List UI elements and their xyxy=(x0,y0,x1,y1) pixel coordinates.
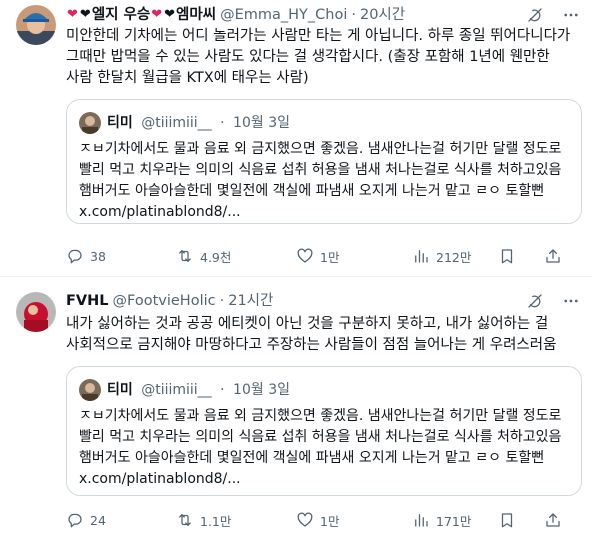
red-heart-icon: ❤ xyxy=(67,7,78,22)
black-heart-icon: ❤ xyxy=(164,7,176,22)
quote-display-name: 티미 xyxy=(107,115,133,131)
quote-avatar xyxy=(79,112,101,134)
like-count: 1만 xyxy=(320,249,340,265)
retweet-button[interactable]: 1.1만 xyxy=(176,510,231,530)
share-button[interactable] xyxy=(544,246,562,266)
tweet-header: ❤ ❤ 엘지 우승 ❤ ❤ 엠마씨 @Emma_HY_Choi · 20시간 xyxy=(66,5,544,25)
share-icon xyxy=(546,513,560,527)
like-count: 1만 xyxy=(320,513,340,529)
share-icon xyxy=(546,249,560,263)
tweet-text: 내가 싫어하는 것과 공공 에티켓이 아닌 것을 구분하지 못하고, 내가 싫어… xyxy=(66,316,557,353)
views-button[interactable]: 212만 xyxy=(412,246,471,266)
red-heart-icon: ❤ xyxy=(151,7,163,22)
views-icon xyxy=(415,514,428,527)
separator-dot: · xyxy=(219,293,225,309)
separator-dot: · xyxy=(220,115,225,131)
quote-text: ㅈㅂ기차에서도 물과 음료 외 금지했으면 좋겠음. 냄새안나는걸 허기만 달랠… xyxy=(79,408,562,487)
bookmark-icon xyxy=(501,513,513,528)
timestamp[interactable]: 20시간 xyxy=(360,5,405,25)
separator-dot: · xyxy=(351,7,356,23)
avatar[interactable] xyxy=(16,292,56,332)
reply-button[interactable]: 38 xyxy=(66,246,106,266)
view-count: 171만 xyxy=(436,513,472,529)
views-icon xyxy=(415,250,428,263)
quoted-tweet[interactable]: 티미 @tiiimiii__ · 10월 3일 ㅈㅂ기차에서도 물과 음료 외 … xyxy=(66,366,582,496)
quote-timestamp: 10월 3일 xyxy=(233,382,290,398)
display-name[interactable]: 엘지 우승 xyxy=(92,5,150,25)
handle[interactable]: @Emma_HY_Choi xyxy=(220,5,347,25)
display-name[interactable]: FVHL xyxy=(66,291,109,311)
reply-count: 24 xyxy=(90,512,106,528)
action-bar: 38 4.9천 1만 212만 xyxy=(66,246,580,266)
reply-icon xyxy=(68,249,82,264)
handle[interactable]: @FootvieHolic xyxy=(113,291,216,311)
reply-icon xyxy=(68,513,82,528)
timestamp[interactable]: 21시간 xyxy=(228,291,273,311)
reply-count: 38 xyxy=(90,248,106,264)
quote-header: 티미 @tiiimiii__ · 10월 3일 xyxy=(107,112,290,134)
more-icon[interactable] xyxy=(562,6,580,24)
quote-handle: @tiiimiii__ xyxy=(141,115,212,131)
quote-avatar xyxy=(79,379,101,401)
quote-text: ㅈㅂ기차에서도 물과 음료 외 금지했으면 좋겠음. 냄새안나는걸 허기만 달랠… xyxy=(79,141,562,220)
retweet-icon xyxy=(179,250,191,262)
bookmark-button[interactable] xyxy=(498,510,516,530)
header-actions xyxy=(526,6,580,24)
like-icon xyxy=(297,512,313,527)
avatar[interactable] xyxy=(16,5,56,45)
display-name-suffix[interactable]: 엠마씨 xyxy=(176,5,216,25)
quote-display-name: 티미 xyxy=(107,382,133,398)
action-bar: 24 1.1만 1만 171만 xyxy=(66,510,580,530)
tweet-header: FVHL @FootvieHolic · 21시간 xyxy=(66,291,544,311)
quote-header: 티미 @tiiimiii__ · 10월 3일 xyxy=(107,379,290,401)
grok-icon[interactable] xyxy=(526,292,544,310)
retweet-icon xyxy=(179,514,191,526)
header-actions xyxy=(526,292,580,310)
retweet-button[interactable]: 4.9천 xyxy=(176,246,231,266)
view-count: 212만 xyxy=(436,249,472,265)
black-heart-icon: ❤ xyxy=(79,7,91,22)
separator-dot: · xyxy=(220,382,225,398)
tweet-text: 미안한데 기차에는 어디 놀러가는 사람만 타는 게 아닙니다. 하루 종일 뛰… xyxy=(66,28,571,86)
like-button[interactable]: 1만 xyxy=(296,246,339,266)
share-button[interactable] xyxy=(544,510,562,530)
retweet-count: 4.9천 xyxy=(200,249,232,265)
tweet[interactable]: FVHL @FootvieHolic · 21시간 내가 싫어하는 것과 공공 … xyxy=(0,278,592,546)
quote-handle: @tiiimiii__ xyxy=(141,382,212,398)
quoted-tweet[interactable]: 티미 @tiiimiii__ · 10월 3일 ㅈㅂ기차에서도 물과 음료 외 … xyxy=(66,99,582,224)
grok-icon[interactable] xyxy=(526,6,544,24)
bookmark-icon xyxy=(501,249,513,264)
retweet-count: 1.1만 xyxy=(200,513,232,529)
quote-timestamp: 10월 3일 xyxy=(233,115,290,131)
views-button[interactable]: 171만 xyxy=(412,510,471,530)
more-icon[interactable] xyxy=(562,292,580,310)
like-icon xyxy=(297,248,313,263)
like-button[interactable]: 1만 xyxy=(296,510,339,530)
bookmark-button[interactable] xyxy=(498,246,516,266)
reply-button[interactable]: 24 xyxy=(66,510,106,530)
tweet[interactable]: ❤ ❤ 엘지 우승 ❤ ❤ 엠마씨 @Emma_HY_Choi · 20시간 미… xyxy=(0,0,592,277)
